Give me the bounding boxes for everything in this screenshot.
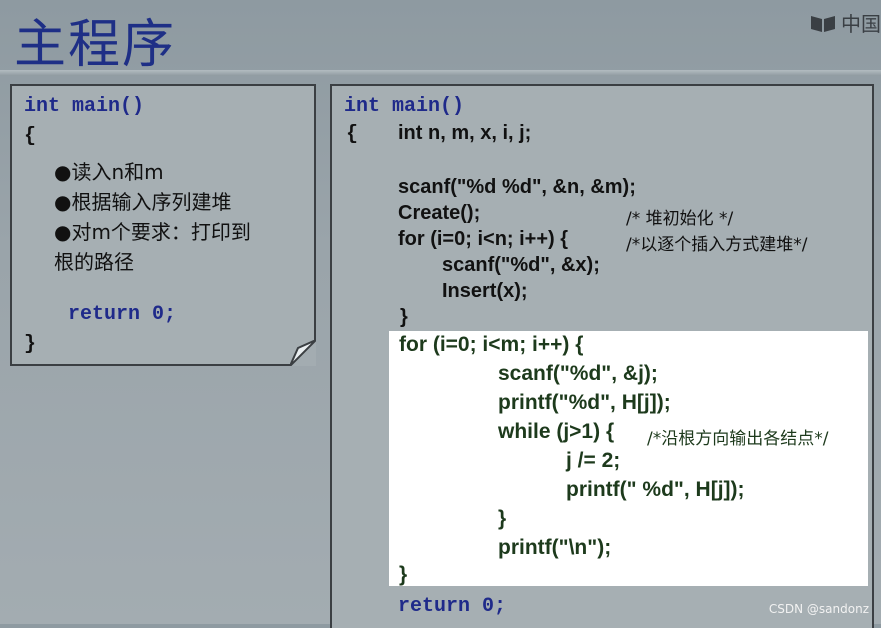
printf-newline: printf("\n");	[498, 536, 612, 559]
title-rule	[0, 70, 881, 76]
for-query-close: }	[399, 563, 408, 586]
right-open-brace: {	[346, 123, 359, 146]
for-query-loop: for (i=0; i<m; i++) {	[399, 333, 584, 356]
bullet-1: ●读入n和m	[54, 160, 164, 184]
while-loop: while (j>1) {	[498, 420, 615, 443]
create-call: Create();	[398, 202, 481, 224]
book-logo-icon	[811, 15, 835, 32]
scanf-x: scanf("%d", &x);	[442, 254, 600, 276]
decl-line: int n, m, x, i, j;	[398, 122, 532, 144]
while-close: }	[498, 507, 507, 530]
divide-j: j /= 2;	[566, 449, 621, 472]
slide-title: 主程序	[14, 15, 177, 75]
right-return: return 0;	[398, 595, 507, 618]
printf-hj: printf("%d", H[j]);	[498, 391, 671, 414]
scanf-n-m: scanf("%d %d", &n, &m);	[398, 176, 636, 198]
left-header: int main()	[24, 95, 145, 118]
page-fold-icon	[290, 340, 316, 366]
watermark-top: 中国	[809, 8, 881, 37]
printf-parent: printf(" %d", H[j]);	[566, 478, 745, 501]
left-panel: int main() { ●读入n和m ●根据输入序列建堆 ●对m个要求：打印到…	[10, 84, 316, 366]
right-header: int main()	[344, 95, 465, 118]
build-comment: /*以逐个插入方式建堆*/	[626, 235, 808, 255]
while-comment: /*沿根方向输出各结点*/	[647, 429, 829, 449]
insert-call: Insert(x);	[442, 280, 528, 302]
highlighted-code-block: for (i=0; i<m; i++) { scanf("%d", &j); p…	[389, 331, 868, 586]
create-comment: /* 堆初始化 */	[626, 209, 734, 229]
for-build-loop: for (i=0; i<n; i++) {	[398, 228, 569, 250]
bullet-2: ●根据输入序列建堆	[54, 190, 232, 214]
footer-watermark: CSDN @sandonz	[768, 602, 869, 616]
watermark-text: 中国	[841, 12, 881, 36]
left-close-brace: }	[24, 333, 37, 356]
left-open-brace: {	[24, 125, 37, 148]
bullet-3-cont: 根的路径	[54, 250, 134, 274]
build-loop-close: }	[400, 306, 408, 328]
bullet-3: ●对m个要求：打印到	[54, 220, 251, 244]
scanf-j: scanf("%d", &j);	[498, 362, 658, 385]
left-return: return 0;	[68, 303, 177, 326]
